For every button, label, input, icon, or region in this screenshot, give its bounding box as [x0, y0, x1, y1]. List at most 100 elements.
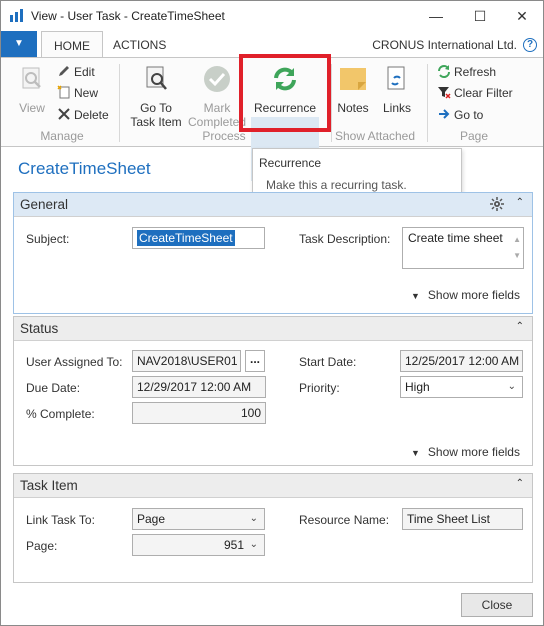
go-to-task-item-button[interactable]: Go To Task Item [129, 64, 183, 129]
show-attached-group-label: Show Attached [334, 129, 416, 143]
general-title: General [20, 197, 69, 212]
general-show-more-label: Show more fields [427, 288, 520, 302]
pencil-icon [59, 66, 69, 76]
complete-field[interactable]: 100 [132, 402, 266, 424]
chevron-down-icon: ⌄ [249, 539, 258, 550]
view-button[interactable]: View [13, 64, 51, 115]
go-to-button[interactable]: Go to [437, 106, 483, 124]
minimize-button[interactable]: — [421, 5, 451, 27]
textarea-scroll-icon[interactable]: ▲ ▼ [513, 232, 521, 264]
due-date-field[interactable]: 12/29/2017 12:00 AM [132, 376, 266, 398]
clear-filter-label: Clear Filter [454, 86, 513, 100]
refresh-label: Refresh [454, 65, 497, 79]
task-item-title: Task Item [20, 478, 78, 493]
mark-completed-button[interactable]: Mark Completed [187, 64, 247, 129]
priority-select[interactable]: High ⌄ [400, 376, 523, 398]
task-description-value: Create time sheet [408, 231, 503, 245]
general-header[interactable]: General ⌃ [14, 193, 532, 217]
application-menu-button[interactable]: ▼ [1, 31, 37, 57]
chevron-down-icon: ⌄ [507, 381, 516, 392]
status-header[interactable]: Status ⌃ [14, 317, 532, 341]
page-select[interactable]: 951 ⌄ [132, 534, 265, 556]
notes-icon [340, 68, 366, 90]
refresh-button[interactable]: Refresh [437, 63, 496, 81]
tab-actions[interactable]: ACTIONS [101, 31, 178, 57]
clear-filter-button[interactable]: Clear Filter [437, 84, 513, 102]
user-assigned-label: User Assigned To: [26, 355, 123, 369]
task-description-field[interactable]: Create time sheet ▲ ▼ [402, 227, 524, 269]
complete-label: % Complete: [26, 407, 95, 421]
page-value: 951 [223, 538, 244, 552]
recurrence-tooltip: Recurrence Make this a recurring task. [252, 148, 462, 194]
chevron-down-icon: ▼ [411, 291, 420, 301]
go-to-task-item-label-2: Task Item [130, 115, 182, 129]
new-button[interactable]: New [57, 84, 98, 102]
subject-field[interactable]: CreateTimeSheet [132, 227, 265, 249]
ribbon-separator [427, 64, 428, 142]
status-show-more-fields[interactable]: ▼ Show more fields [411, 445, 520, 459]
close-window-button[interactable]: ✕ [507, 5, 537, 27]
priority-label: Priority: [299, 381, 340, 395]
new-label: New [74, 86, 99, 100]
company-name[interactable]: CRONUS International Ltd. [372, 38, 517, 52]
link-task-to-label: Link Task To: [26, 513, 95, 527]
ribbon-separator [119, 64, 120, 142]
resource-name-label: Resource Name: [299, 513, 390, 527]
go-to-label: Go to [454, 108, 484, 122]
user-assigned-lookup-button[interactable]: ... [245, 350, 265, 372]
due-date-label: Due Date: [26, 381, 81, 395]
window-title: View - User Task - CreateTimeSheet [31, 9, 225, 23]
link-task-to-value: Page [137, 512, 166, 526]
delete-button[interactable]: Delete [57, 106, 109, 124]
delete-label: Delete [74, 108, 109, 122]
page-label: Page: [26, 539, 58, 553]
view-icon [22, 67, 41, 89]
links-icon [387, 66, 405, 90]
mark-completed-label-1: Mark [203, 101, 231, 115]
collapse-chevron-icon[interactable]: ⌃ [516, 321, 524, 332]
mark-completed-label-2: Completed [187, 115, 247, 129]
links-button[interactable]: Links [379, 64, 415, 115]
chevron-down-icon: ▼ [411, 448, 420, 458]
general-show-more-fields[interactable]: ▼ Show more fields [411, 288, 520, 302]
page-title: CreateTimeSheet [18, 159, 151, 178]
tooltip-description: Make this a recurring task. [266, 178, 407, 192]
notes-label: Notes [337, 101, 369, 115]
view-label: View [19, 101, 45, 115]
start-date-label: Start Date: [299, 355, 357, 369]
notes-button[interactable]: Notes [335, 64, 371, 115]
recurrence-highlight-box [239, 54, 331, 132]
edit-button[interactable]: Edit [57, 63, 95, 81]
close-button[interactable]: Close [461, 593, 533, 617]
tooltip-title: Recurrence [259, 156, 322, 170]
ribbon-separator [331, 64, 332, 142]
go-to-task-item-icon [146, 66, 167, 90]
task-item-header[interactable]: Task Item ⌃ [14, 474, 532, 498]
collapse-chevron-icon[interactable]: ⌃ [516, 197, 524, 208]
manage-group-label: Manage [40, 129, 84, 143]
help-icon[interactable]: ? [523, 38, 537, 52]
dynamics-nav-icon [10, 9, 23, 22]
refresh-icon [438, 65, 450, 78]
gear-icon[interactable] [490, 197, 504, 211]
user-task-window: View - User Task - CreateTimeSheet — ☐ ✕… [0, 0, 544, 626]
arrow-right-icon [439, 109, 450, 119]
maximize-button[interactable]: ☐ [465, 5, 495, 27]
task-description-label: Task Description: [299, 232, 391, 246]
chevron-down-icon: ⌄ [249, 513, 258, 524]
subject-label: Subject: [26, 232, 70, 246]
delete-icon [58, 108, 70, 120]
clear-filter-icon [438, 87, 451, 99]
go-to-task-item-label-1: Go To [140, 101, 172, 115]
new-document-icon [57, 85, 70, 99]
resource-name-field[interactable]: Time Sheet List [402, 508, 523, 530]
edit-label: Edit [74, 65, 95, 79]
tab-home[interactable]: HOME [41, 31, 103, 58]
start-date-field[interactable]: 12/25/2017 12:00 AM [400, 350, 523, 372]
checkmark-icon [204, 66, 230, 92]
subject-value: CreateTimeSheet [137, 230, 235, 246]
user-assigned-field[interactable]: NAV2018\USER01 [132, 350, 241, 372]
page-group-label: Page [459, 129, 489, 143]
collapse-chevron-icon[interactable]: ⌃ [516, 478, 524, 489]
link-task-to-select[interactable]: Page ⌄ [132, 508, 265, 530]
